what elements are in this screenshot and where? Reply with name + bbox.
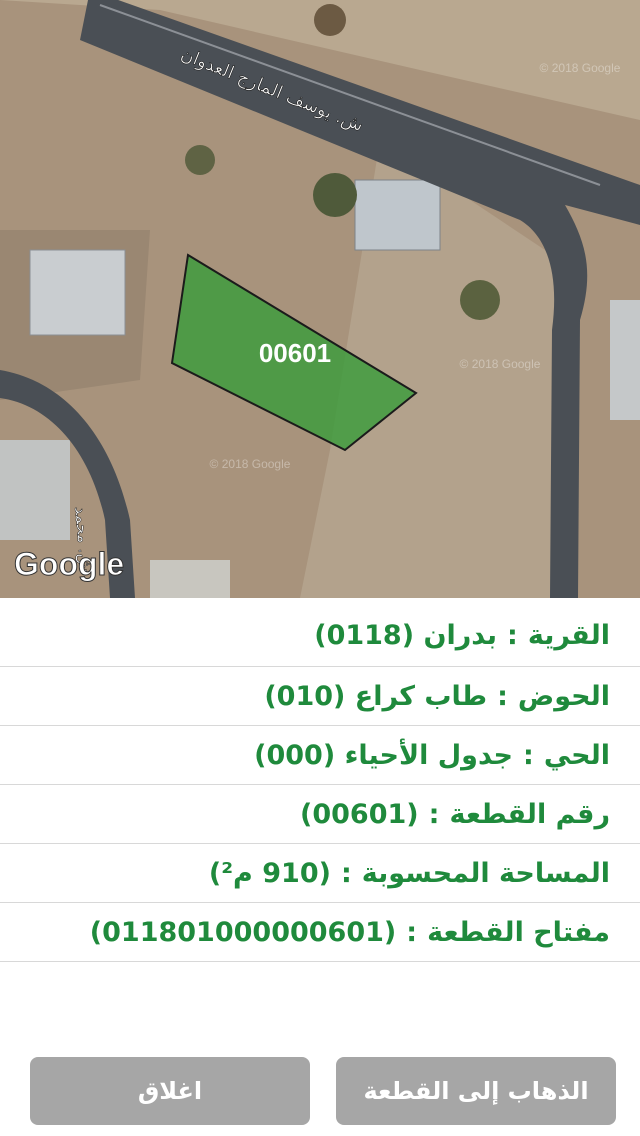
basin-value: طاب كراع (010) (264, 680, 488, 712)
area-label: المساحة المحسوبة (361, 857, 610, 889)
village-value: بدران (0118) (314, 619, 498, 651)
parcel-info-list: القرية : بدران (0118) الحوض : طاب كراع (… (0, 598, 640, 962)
go-to-parcel-button[interactable]: الذهاب إلى القطعة (336, 1057, 616, 1125)
area-value: (910 م²) (208, 857, 331, 889)
tree (185, 145, 215, 175)
info-row-parcel-number: رقم القطعة : (00601) (0, 785, 640, 844)
map-canvas[interactable]: 00601 ش. يوسف المارج العدوان ش. محمد © 2… (0, 0, 640, 598)
separator: : (523, 739, 534, 771)
close-button[interactable]: اغلاق (30, 1057, 310, 1125)
tree (314, 4, 346, 36)
parcel-number-value: (00601) (300, 798, 419, 830)
watermark: © 2018 Google (210, 457, 291, 471)
watermark: © 2018 Google (540, 61, 621, 75)
separator: : (497, 680, 508, 712)
village-label: القرية (527, 619, 610, 651)
basin-label: الحوض (517, 680, 610, 712)
info-row-parcel-key: مفتاح القطعة : (011801000000601) (0, 903, 640, 962)
separator: : (340, 857, 352, 889)
separator: : (428, 798, 440, 830)
building-3 (610, 300, 640, 420)
info-row-area: المساحة المحسوبة : (910 م²) (0, 844, 640, 903)
tree (313, 173, 357, 217)
building-2 (354, 179, 441, 251)
parcel-number-label: رقم القطعة (449, 798, 610, 830)
district-label: الحي (543, 739, 610, 771)
info-row-district: الحي : جدول الأحياء (000) (0, 726, 640, 785)
building-1 (29, 249, 126, 336)
info-row-village: القرية : بدران (0118) (0, 598, 640, 667)
separator: : (406, 916, 418, 948)
watermark: © 2018 Google (460, 357, 541, 371)
district-value: جدول الأحياء (000) (254, 739, 514, 771)
info-row-basin: الحوض : طاب كراع (010) (0, 667, 640, 726)
satellite-map[interactable]: 00601 ش. يوسف المارج العدوان ش. محمد © 2… (0, 0, 640, 598)
parcel-label: 00601 (259, 338, 331, 368)
tree (460, 280, 500, 320)
parcel-key-label: مفتاح القطعة (427, 916, 610, 948)
google-logo: Google (14, 546, 124, 582)
building-4 (0, 440, 70, 540)
separator: : (507, 619, 518, 651)
parcel-key-value: (011801000000601) (89, 916, 397, 948)
building-5 (150, 560, 230, 598)
